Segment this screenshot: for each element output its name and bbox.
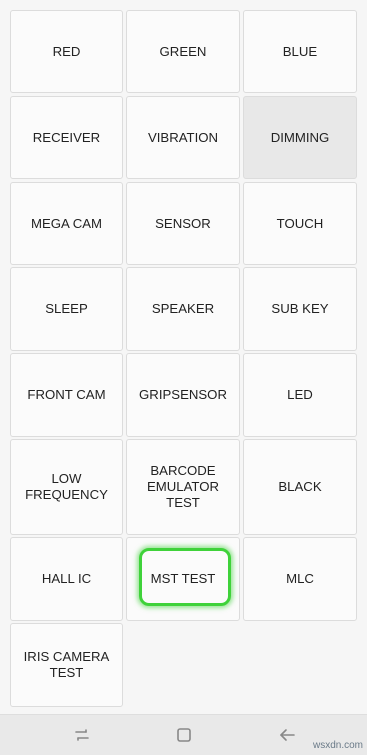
test-label: RECEIVER (32, 129, 101, 145)
recent-apps-button[interactable] (70, 723, 94, 747)
test-label: SENSOR (155, 215, 211, 231)
test-button-red[interactable]: RED (10, 10, 123, 93)
home-icon (177, 728, 191, 742)
test-button-blue[interactable]: BLUE (243, 10, 357, 93)
back-button[interactable] (275, 723, 299, 747)
test-button-touch[interactable]: TOUCH (243, 182, 357, 265)
test-button-led[interactable]: LED (243, 353, 357, 437)
test-label: BLACK (278, 479, 322, 494)
test-button-hall-ic[interactable]: HALL IC (10, 537, 123, 621)
test-button-speaker[interactable]: SPEAKER (126, 267, 240, 351)
recent-apps-icon (75, 729, 89, 741)
test-button-sub-key[interactable]: SUB KEY (243, 267, 357, 351)
test-label: GRIPSENSOR (139, 387, 227, 402)
test-button-vibration[interactable]: VIBRATION (126, 96, 240, 179)
test-button-black[interactable]: BLACK (243, 439, 357, 535)
test-label: IRIS CAMERA TEST (23, 649, 110, 680)
test-label: SUB KEY (271, 301, 329, 316)
test-label: LOW FREQUENCY (25, 471, 108, 502)
test-label: SPEAKER (151, 301, 215, 316)
test-button-receiver[interactable]: RECEIVER (10, 96, 123, 179)
test-label: MST TEST (150, 571, 216, 586)
test-button-dimming[interactable]: DIMMING (243, 96, 357, 179)
test-label: VIBRATION (147, 129, 219, 145)
test-label: RED (52, 43, 81, 59)
test-label: HALL IC (41, 571, 92, 586)
test-button-green[interactable]: GREEN (126, 10, 240, 93)
test-button-sensor[interactable]: SENSOR (126, 182, 240, 265)
test-label: TOUCH (276, 215, 324, 231)
test-label: MLC (286, 571, 314, 586)
test-button-barcode-emulator[interactable]: BARCODE EMULATOR TEST (126, 439, 240, 535)
home-button[interactable] (172, 723, 196, 747)
navigation-bar (0, 714, 367, 755)
test-label: BLUE (282, 43, 318, 59)
test-button-mega-cam[interactable]: MEGA CAM (10, 182, 123, 265)
test-label-line1: BARCODE (150, 463, 216, 478)
test-label: FRONT CAM (27, 387, 106, 402)
test-label: GREEN (159, 43, 207, 59)
test-button-iris-camera-test[interactable]: IRIS CAMERA TEST (10, 623, 123, 707)
test-button-mlc[interactable]: MLC (243, 537, 357, 621)
test-label-line2: EMULATOR TEST (146, 479, 220, 510)
test-button-mst-test[interactable]: MST TEST (126, 537, 240, 621)
test-label: MEGA CAM (30, 215, 103, 231)
test-button-gripsensor[interactable]: GRIPSENSOR (126, 353, 240, 437)
back-icon (280, 729, 295, 741)
test-button-front-cam[interactable]: FRONT CAM (10, 353, 123, 437)
hidden-menu-screen: RED GREEN BLUE RECEIVER VIBRATION DIMMIN… (0, 0, 367, 755)
test-label: DIMMING (270, 129, 330, 145)
test-label: LED (287, 387, 313, 402)
test-button-low-frequency[interactable]: LOW FREQUENCY (10, 439, 123, 535)
test-button-sleep[interactable]: SLEEP (10, 267, 123, 351)
test-label: SLEEP (45, 301, 88, 316)
